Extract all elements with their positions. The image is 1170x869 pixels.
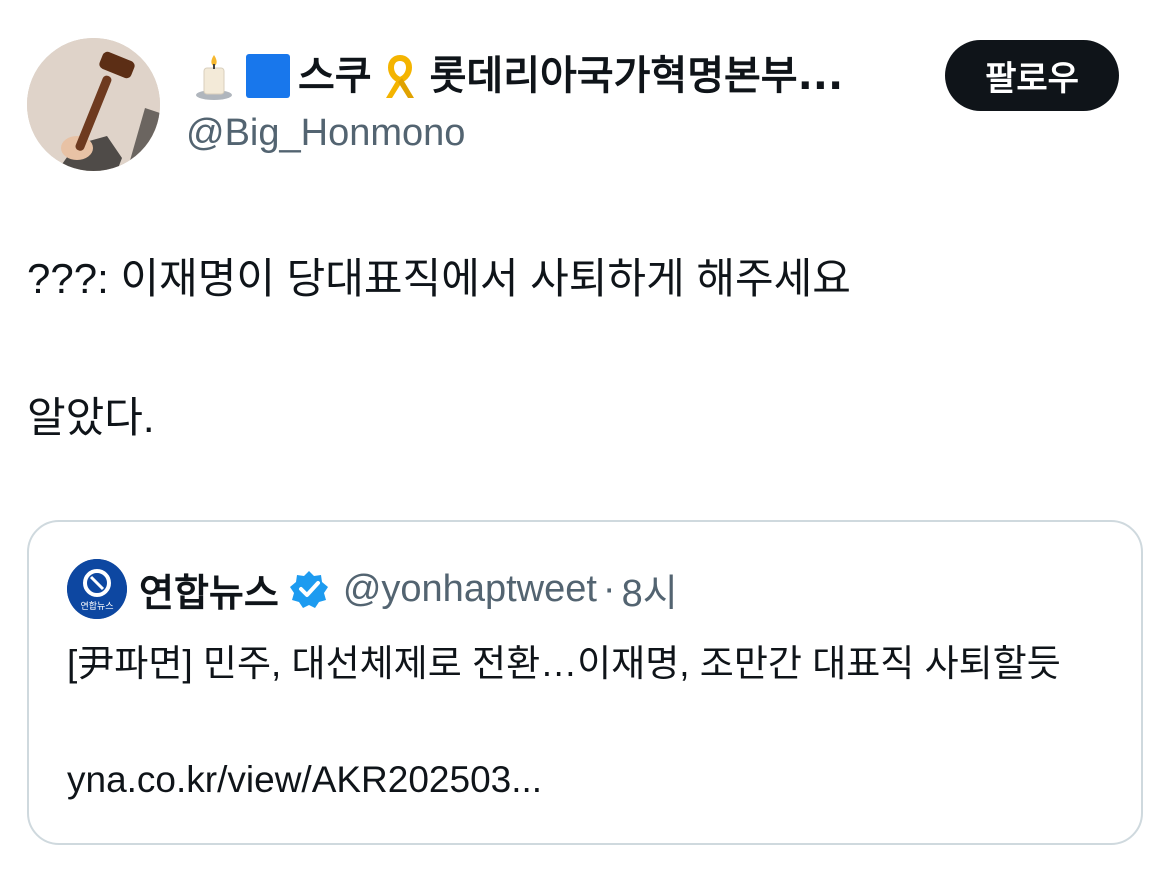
author-avatar[interactable] <box>27 38 160 171</box>
tweet-text-line-2: 알았다. <box>27 394 155 441</box>
blue-square-emoji-icon <box>242 50 294 102</box>
yonhap-logo-text: 연합뉴스 <box>80 601 113 612</box>
tweet-view: 스쿠 롯데리아국가혁명본부... @Big_Honmono 팔로우 ???: 이… <box>0 0 1170 869</box>
tweet-text-line-1: ???: 이재명이 당대표직에서 사퇴하게 해주세요 <box>27 255 851 302</box>
quoted-author-avatar[interactable]: 연합뉴스 <box>67 559 127 619</box>
quoted-tweet-text: [尹파면] 민주, 대선체제로 전환…이재명, 조만간 대표직 사퇴할듯 <box>67 643 1061 684</box>
quoted-tweet-card[interactable]: 연합뉴스 연합뉴스 @yonhaptweet · 8시 [尹파면] 민주, 대선… <box>27 520 1143 845</box>
quoted-author-handle[interactable]: @yonhaptweet <box>343 568 597 611</box>
author-handle[interactable]: @Big_Honmono <box>186 108 465 158</box>
gavel-avatar-image <box>27 38 160 171</box>
yellow-ribbon-emoji-icon <box>374 50 426 102</box>
separator-dot: · <box>602 567 616 610</box>
quoted-tweet-time[interactable]: 8시 <box>622 562 678 617</box>
verified-badge-icon <box>289 569 329 609</box>
author-display-name[interactable]: 스쿠 롯데리아국가혁명본부... <box>188 48 843 104</box>
author-name-part2: 롯데리아국가혁명본부... <box>429 53 844 99</box>
author-name-part1: 스쿠 <box>298 53 372 99</box>
candle-emoji-icon <box>188 50 240 102</box>
yonhap-logo-icon: 연합뉴스 <box>67 559 127 619</box>
quoted-tweet-link[interactable]: yna.co.kr/view/AKR202503... <box>67 754 542 806</box>
quoted-tweet-header: 연합뉴스 @yonhaptweet · 8시 <box>139 560 678 618</box>
quoted-author-name[interactable]: 연합뉴스 <box>139 562 279 617</box>
follow-button[interactable]: 팔로우 <box>945 40 1119 111</box>
